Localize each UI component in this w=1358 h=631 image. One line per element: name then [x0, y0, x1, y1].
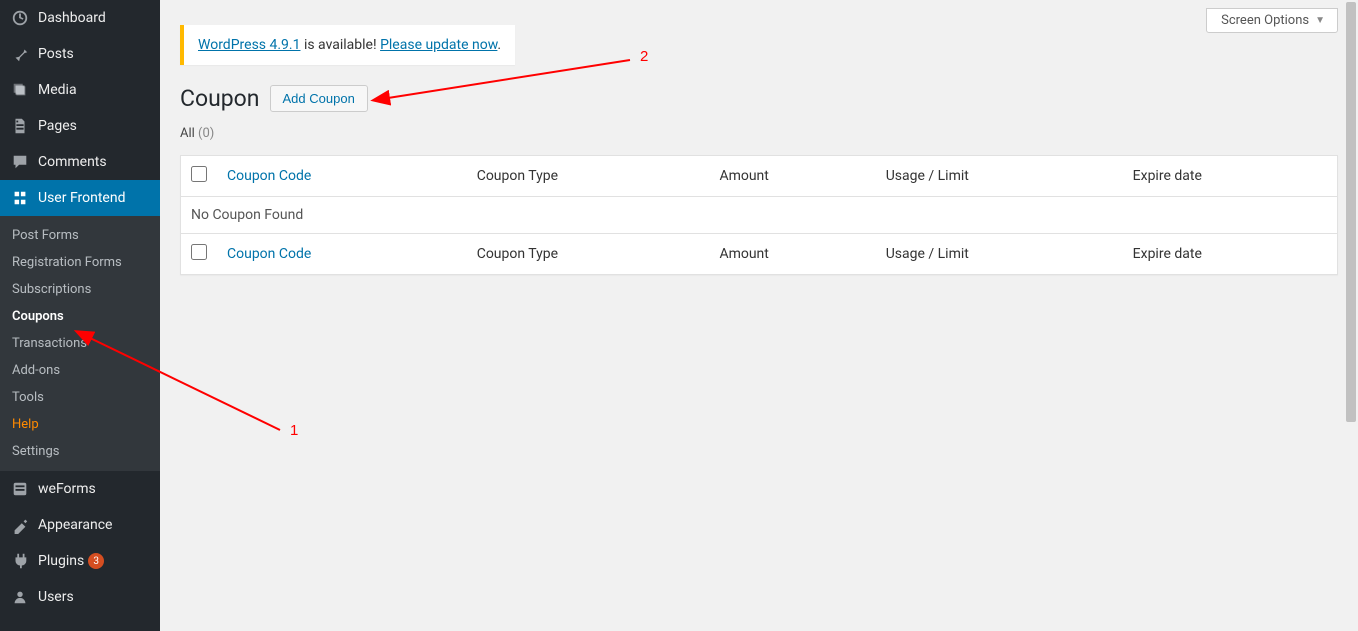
update-notice: WordPress 4.9.1 is available! Please upd… [180, 25, 515, 65]
pin-icon [10, 44, 30, 64]
select-all-foot[interactable] [191, 244, 207, 260]
sidebar-item-plugins[interactable]: Plugins 3 [0, 543, 160, 579]
col-expire-date-foot: Expire date [1123, 234, 1338, 275]
col-coupon-type: Coupon Type [467, 156, 710, 197]
page-icon [10, 116, 30, 136]
col-coupon-code-foot[interactable]: Coupon Code [227, 246, 311, 262]
user-frontend-icon [10, 188, 30, 208]
media-icon [10, 80, 30, 100]
page-title: Coupon [180, 85, 260, 112]
admin-sidebar: Dashboard Posts Media Pages Comments Use… [0, 0, 160, 631]
sidebar-submenu: Post Forms Registration Forms Subscripti… [0, 216, 160, 471]
col-usage-limit-foot: Usage / Limit [876, 234, 1123, 275]
sidebar-item-dashboard[interactable]: Dashboard [0, 0, 160, 36]
sidebar-sub-add-ons[interactable]: Add-ons [0, 357, 160, 384]
sidebar-sub-help[interactable]: Help [0, 411, 160, 438]
empty-text: No Coupon Found [181, 197, 1338, 234]
weforms-icon [10, 479, 30, 499]
chevron-down-icon: ▼ [1315, 15, 1325, 26]
sidebar-item-appearance[interactable]: Appearance [0, 507, 160, 543]
add-coupon-button[interactable]: Add Coupon [270, 85, 368, 112]
sidebar-item-label: Comments [38, 154, 107, 170]
appearance-icon [10, 515, 30, 535]
sidebar-item-media[interactable]: Media [0, 72, 160, 108]
screen-options-toggle[interactable]: Screen Options ▼ [1206, 8, 1338, 33]
screen-options-label: Screen Options [1221, 13, 1309, 28]
filter-all[interactable]: All [180, 126, 195, 141]
scrollbar-thumb[interactable] [1346, 2, 1356, 422]
col-amount-foot: Amount [709, 234, 875, 275]
plugins-update-badge: 3 [88, 553, 104, 569]
content-area: Screen Options ▼ WordPress 4.9.1 is avai… [160, 0, 1358, 631]
sidebar-item-comments[interactable]: Comments [0, 144, 160, 180]
sidebar-sub-transactions[interactable]: Transactions [0, 330, 160, 357]
page-heading: Coupon Add Coupon [180, 85, 1338, 112]
plugins-icon [10, 551, 30, 571]
sidebar-sub-post-forms[interactable]: Post Forms [0, 222, 160, 249]
col-coupon-type-foot: Coupon Type [467, 234, 710, 275]
users-icon [10, 587, 30, 607]
sidebar-item-label: Pages [38, 118, 77, 134]
sidebar-sub-registration-forms[interactable]: Registration Forms [0, 249, 160, 276]
list-filter: All (0) [180, 126, 1338, 141]
sidebar-item-label: User Frontend [38, 190, 125, 206]
sidebar-item-weforms[interactable]: weForms [0, 471, 160, 507]
col-coupon-code[interactable]: Coupon Code [227, 168, 311, 184]
sidebar-item-label: Appearance [38, 517, 112, 533]
col-amount: Amount [709, 156, 875, 197]
comments-icon [10, 152, 30, 172]
update-now-link[interactable]: Please update now [380, 37, 497, 53]
sidebar-item-users[interactable]: Users [0, 579, 160, 615]
sidebar-sub-settings[interactable]: Settings [0, 438, 160, 465]
col-usage-limit: Usage / Limit [876, 156, 1123, 197]
sidebar-item-label: weForms [38, 481, 96, 497]
select-all-head[interactable] [191, 166, 207, 182]
col-expire-date: Expire date [1123, 156, 1338, 197]
wp-version-link[interactable]: WordPress 4.9.1 [198, 37, 300, 53]
dashboard-icon [10, 8, 30, 28]
sidebar-item-label: Users [38, 589, 74, 605]
coupon-table: Coupon Code Coupon Type Amount Usage / L… [180, 155, 1338, 275]
sidebar-sub-coupons[interactable]: Coupons [0, 303, 160, 330]
notice-mid-text: is available! [300, 37, 380, 53]
empty-row: No Coupon Found [181, 197, 1338, 234]
filter-all-count: (0) [198, 126, 214, 141]
sidebar-item-posts[interactable]: Posts [0, 36, 160, 72]
sidebar-item-label: Media [38, 82, 77, 98]
window-scrollbar[interactable] [1344, 0, 1358, 631]
sidebar-item-user-frontend[interactable]: User Frontend [0, 180, 160, 216]
sidebar-item-label: Posts [38, 46, 74, 62]
sidebar-sub-subscriptions[interactable]: Subscriptions [0, 276, 160, 303]
sidebar-item-label: Plugins [38, 553, 84, 569]
sidebar-item-pages[interactable]: Pages [0, 108, 160, 144]
sidebar-sub-tools[interactable]: Tools [0, 384, 160, 411]
sidebar-item-label: Dashboard [38, 10, 106, 26]
